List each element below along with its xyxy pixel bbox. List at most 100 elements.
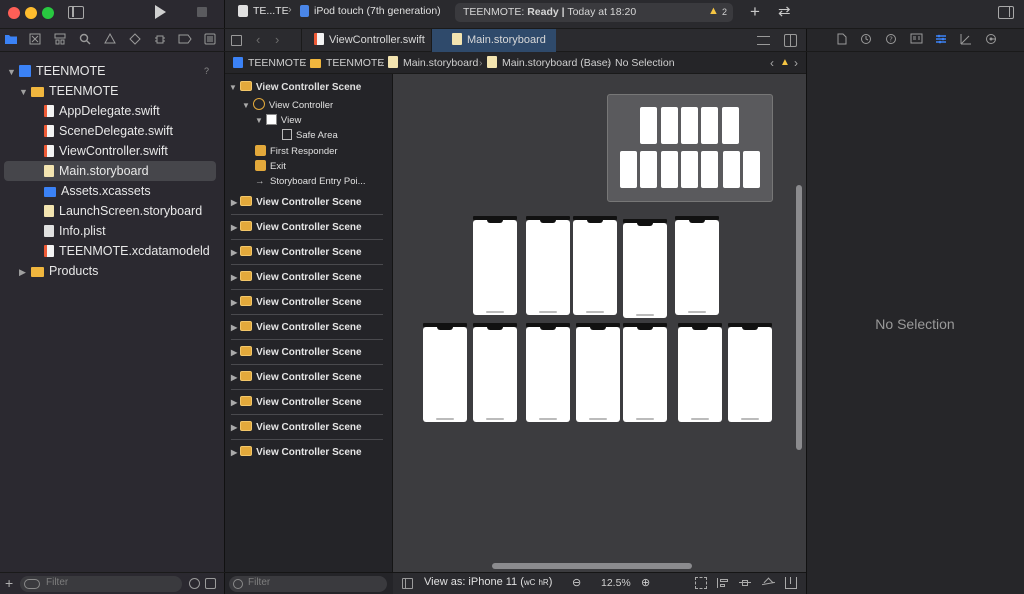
disclosure-closed-icon[interactable]: ▶ [231,423,237,432]
find-navigator-icon[interactable] [77,33,93,49]
back-arrow-icon[interactable]: ‹ [256,32,260,47]
activity-status-bar[interactable]: TEENMOTE: Ready | Today at 18:20 ▲ 2 [455,3,733,22]
outline-view[interactable]: ▼ View [255,113,301,128]
tree-item-project[interactable]: ▼ TEENMOTE ? [0,61,225,81]
tree-item-file-selected[interactable]: Main.storyboard [4,161,216,181]
canvas-vertical-scrollbar[interactable] [796,185,802,450]
warning-icon[interactable]: ▲ [708,5,719,17]
outline-scene[interactable]: ▶ View Controller Scene [231,340,383,365]
scene-thumbnail[interactable] [473,216,517,315]
tree-item-file[interactable]: TEENMOTE.xcdatamodeld [0,241,225,261]
scm-filter-icon[interactable] [205,578,216,589]
disclosure-closed-icon[interactable]: ▶ [231,223,237,232]
tree-item-file[interactable]: ViewController.swift [0,141,225,161]
jump-bar-item-group[interactable]: TEENMOTE [310,52,384,74]
tab-main-storyboard[interactable]: Main.storyboard [432,29,556,52]
disclosure-closed-icon[interactable]: ▶ [231,273,237,282]
scene-thumbnail[interactable] [675,216,719,315]
outline-scene[interactable]: ▶ View Controller Scene [231,240,383,265]
connections-inspector-icon[interactable] [984,33,998,47]
disclosure-open-icon[interactable]: ▼ [242,101,250,110]
jump-bar-item-selection[interactable]: No Selection [615,52,675,74]
recent-files-icon[interactable] [189,578,200,589]
zoom-in-icon[interactable]: ⊕ [641,576,650,589]
history-inspector-icon[interactable] [859,33,873,47]
library-add-button[interactable]: + [750,2,760,22]
code-review-toggle-button[interactable]: ⇄ [778,3,791,21]
outline-view-controller[interactable]: ▼ View Controller [242,98,333,113]
run-icon[interactable] [155,5,166,19]
outline-scene[interactable]: ▶ View Controller Scene [231,390,383,415]
tree-item-file[interactable]: AppDelegate.swift [0,101,225,121]
disclosure-closed-icon[interactable]: ▶ [231,323,237,332]
zoom-out-icon[interactable]: ⊖ [572,576,581,589]
tree-item-file[interactable]: Info.plist [0,221,225,241]
next-issue-icon[interactable]: › [794,52,798,74]
resolve-auto-layout-icon[interactable] [762,577,775,589]
symbol-navigator-icon[interactable] [52,33,68,49]
canvas-horizontal-scrollbar[interactable] [492,563,692,569]
navigator-filter-field[interactable]: Filter [20,576,182,592]
scene-thumbnail[interactable] [678,323,722,422]
scheme-selector[interactable]: TE...TE [253,5,289,17]
disclosure-closed-icon[interactable]: ▶ [231,198,237,207]
scene-thumbnail[interactable] [473,323,517,422]
outline-scene[interactable]: ▶ View Controller Scene [231,190,383,215]
outline-scene[interactable]: ▶ View Controller Scene [231,440,383,465]
update-frames-icon[interactable] [695,577,707,589]
report-navigator-icon[interactable] [202,33,218,49]
scene-thumbnail[interactable] [728,323,772,422]
outline-scene[interactable]: ▶ View Controller Scene [231,415,383,440]
inspector-toggle-icon[interactable] [998,6,1014,19]
tree-item-file[interactable]: Assets.xcassets [0,181,225,201]
jump-bar-item-file[interactable]: Main.storyboard [388,52,478,74]
run-destination-selector[interactable]: iPod touch (7th generation) [314,5,441,17]
disclosure-closed-icon[interactable]: ▶ [231,348,237,357]
disclosure-open-icon[interactable]: ▼ [229,83,237,92]
zoom-window-button[interactable] [42,7,54,19]
breakpoint-navigator-icon[interactable] [177,33,193,49]
disclosure-open-icon[interactable]: ▼ [255,116,263,125]
scene-thumbnail[interactable] [623,323,667,422]
outline-toggle-icon[interactable] [402,578,413,589]
issue-navigator-icon[interactable] [102,32,118,49]
scene-thumbnail[interactable] [526,323,570,422]
outline-storyboard-entry-point[interactable]: → Storyboard Entry Poi... [255,174,366,189]
minimize-window-button[interactable] [25,7,37,19]
scene-thumbnail[interactable] [526,216,570,315]
outline-scene[interactable]: ▶ View Controller Scene [231,365,383,390]
split-editor-icon[interactable] [784,34,797,47]
sidebar-toggle-icon[interactable] [68,6,84,19]
outline-exit[interactable]: Exit [255,159,286,174]
quick-help-inspector-icon[interactable]: ? [884,33,898,47]
project-navigator-icon[interactable] [3,33,19,49]
outline-filter-field[interactable]: Filter [229,576,387,592]
outline-scene[interactable]: ▶ View Controller Scene [231,265,383,290]
outline-safe-area[interactable]: Safe Area [282,128,338,143]
disclosure-closed-icon[interactable]: ▶ [19,262,29,282]
disclosure-open-icon[interactable]: ▼ [19,82,29,102]
tree-item-group[interactable]: ▶ Products [0,261,225,281]
disclosure-closed-icon[interactable]: ▶ [231,448,237,457]
jump-bar-item-localization[interactable]: Main.storyboard (Base) [487,52,611,74]
scene-thumbnail[interactable] [576,323,620,422]
size-inspector-icon[interactable] [959,33,973,47]
outline-first-responder[interactable]: First Responder [255,144,338,159]
filter-options-icon[interactable] [24,579,40,589]
scene-thumbnail[interactable] [573,216,617,315]
disclosure-closed-icon[interactable]: ▶ [231,248,237,257]
scene-thumbnail[interactable] [623,219,667,318]
warning-icon[interactable]: ▲ [780,52,790,74]
align-icon[interactable] [717,578,729,588]
related-items-icon[interactable] [231,35,242,46]
outline-scene[interactable]: ▶ View Controller Scene [231,290,383,315]
file-inspector-icon[interactable] [835,33,849,47]
previous-issue-icon[interactable]: ‹ [770,52,774,74]
test-navigator-icon[interactable] [127,33,143,49]
debug-navigator-icon[interactable] [152,33,168,49]
tree-item-group[interactable]: ▼ TEENMOTE [0,81,225,101]
disclosure-closed-icon[interactable]: ▶ [231,298,237,307]
disclosure-closed-icon[interactable]: ▶ [231,373,237,382]
scene-thumbnail[interactable] [423,323,467,422]
outline-scene-expanded[interactable]: ▼ View Controller Scene [229,80,361,96]
